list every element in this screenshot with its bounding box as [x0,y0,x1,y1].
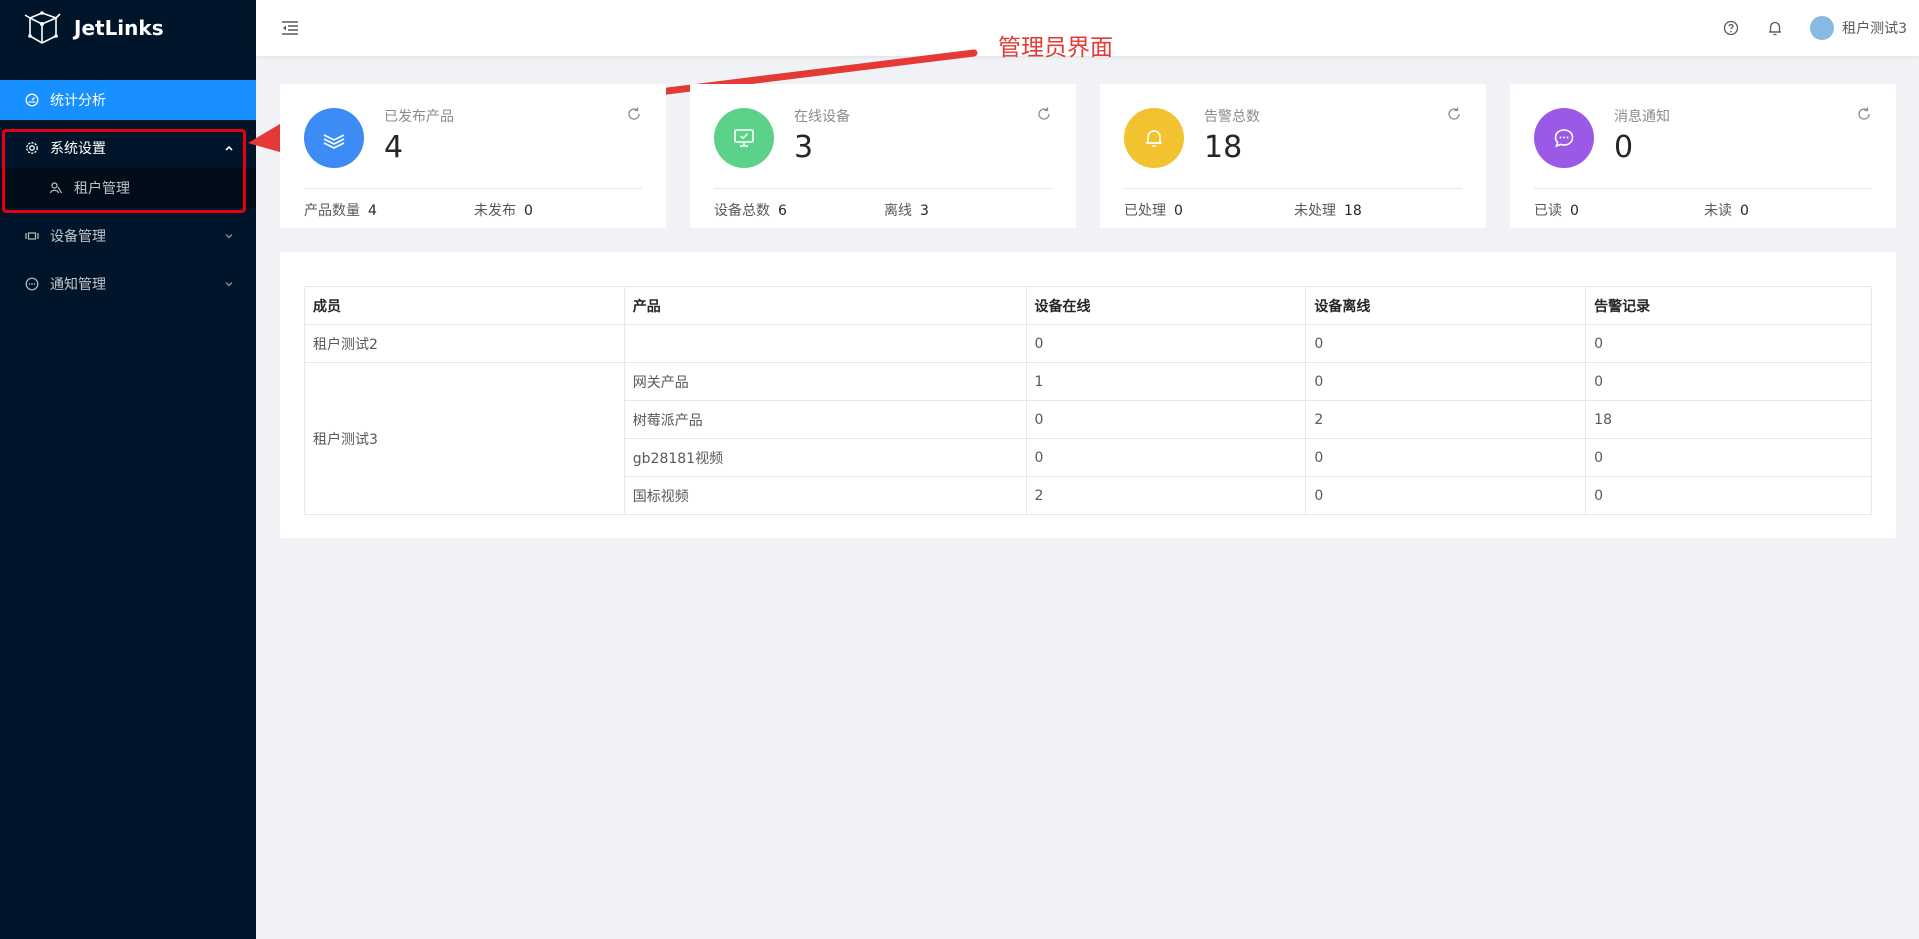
table-header-row: 成员 产品 设备在线 设备离线 告警记录 [304,286,1872,325]
menu-fold-icon[interactable] [280,18,300,38]
online-cell: 0 [1025,324,1306,363]
offline-cell: 2 [1305,400,1586,439]
refresh-icon[interactable] [1856,106,1872,122]
layers-icon [304,108,364,168]
bell-icon[interactable] [1766,19,1784,37]
card-foot-item: 未处理 18 [1294,203,1362,219]
card-foot-item: 已读 0 [1534,203,1579,219]
sidebar-item-tenant-management[interactable]: 租户管理 [0,168,256,208]
card-value: 4 [384,130,404,165]
sidebar-item-label: 系统设置 [50,141,106,157]
product-cell: 树莓派产品 [623,400,1027,439]
card-title: 消息通知 [1614,109,1670,125]
card-title: 告警总数 [1204,109,1260,125]
alarm-cell: 0 [1585,476,1872,515]
refresh-icon[interactable] [1446,106,1462,122]
online-cell: 0 [1025,400,1306,439]
card-foot-item: 离线 3 [884,203,929,219]
dashboard-icon [24,92,40,108]
product-cell: 网关产品 [623,362,1027,401]
card-published-products: 已发布产品 4 产品数量 4 未发布 0 [280,84,666,228]
member-cell: 租户测试2 [304,324,625,363]
card-foot-item: 未发布 0 [474,203,533,219]
card-value: 0 [1614,130,1634,165]
card-value: 3 [794,130,814,165]
card-title: 在线设备 [794,109,850,125]
offline-cell: 0 [1305,438,1586,477]
logo[interactable]: JetLinks [0,0,256,56]
column-header: 设备离线 [1305,286,1586,325]
refresh-icon[interactable] [1036,106,1052,122]
table-row: 租户测试3 网关产品 1 0 0 [304,362,1872,515]
online-cell: 2 [1025,476,1306,515]
annotation-text: 管理员界面 [998,35,1113,61]
offline-cell: 0 [1305,476,1586,515]
online-cell: 0 [1025,438,1306,477]
card-total-alarms: 告警总数 18 已处理 0 未处理 18 [1100,84,1486,228]
alarm-cell: 18 [1585,400,1872,439]
product-cell: gb28181视频 [623,438,1027,477]
product-cell: 国标视频 [623,476,1027,515]
online-cell: 1 [1025,362,1306,401]
refresh-icon[interactable] [626,106,642,122]
help-icon[interactable] [1722,19,1740,37]
column-header: 成员 [304,286,625,325]
offline-cell: 0 [1305,324,1586,363]
product-cell [623,324,1027,363]
sidebar-item-statistics[interactable]: 统计分析 [0,80,256,120]
column-header: 设备在线 [1025,286,1306,325]
sidebar-item-notification-management[interactable]: 通知管理 [0,264,256,304]
monitor-icon [714,108,774,168]
sidebar-item-label: 统计分析 [50,93,106,109]
users-icon [48,180,64,196]
card-foot-item: 产品数量 4 [304,203,377,219]
chevron-down-icon [225,234,233,239]
card-foot-item: 设备总数 6 [714,203,787,219]
gear-icon [24,140,40,156]
sidebar-item-device-management[interactable]: 设备管理 [0,216,256,256]
chevron-up-icon [225,145,233,151]
column-header: 产品 [623,286,1027,325]
sidebar-item-system-settings[interactable]: 系统设置 [0,128,256,168]
chevron-down-icon [225,282,233,287]
chat-icon [1534,108,1594,168]
cube-logo-icon [24,11,61,44]
card-foot-item: 未读 0 [1704,203,1749,219]
device-icon [24,228,40,244]
sidebar-item-label: 设备管理 [50,229,106,245]
tenant-stats-panel: 成员 产品 设备在线 设备离线 告警记录 租户测试2 0 0 0 租户测试3 网… [280,252,1896,538]
alarm-cell: 0 [1585,438,1872,477]
card-title: 已发布产品 [384,109,454,125]
card-online-devices: 在线设备 3 设备总数 6 离线 3 [690,84,1076,228]
stat-cards: 已发布产品 4 产品数量 4 未发布 0 在线设备 3 设备总数 6 离线 3 告警总数… [280,84,1896,228]
sidebar-item-label: 通知管理 [50,277,106,293]
card-value: 18 [1204,130,1243,165]
sidebar: JetLinks 统计分析 系统设置 租户管理 设备管理 通知管理 [0,0,256,939]
alarm-cell: 0 [1585,324,1872,363]
member-cell: 租户测试3 [304,362,625,515]
app-name: JetLinks [74,16,164,40]
offline-cell: 0 [1305,362,1586,401]
card-notifications: 消息通知 0 已读 0 未读 0 [1510,84,1896,228]
message-icon [24,276,40,292]
avatar[interactable] [1810,16,1835,40]
sidebar-item-label: 租户管理 [74,181,130,197]
tenant-stats-table: 成员 产品 设备在线 设备离线 告警记录 租户测试2 0 0 0 租户测试3 网… [304,286,1872,515]
column-header: 告警记录 [1585,286,1872,325]
card-foot-item: 已处理 0 [1124,203,1183,219]
table-row: 租户测试2 0 0 0 [304,324,1872,363]
alarm-cell: 0 [1585,362,1872,401]
username[interactable]: 租户测试3 [1842,18,1907,38]
submenu-system-settings: 租户管理 [0,168,256,208]
bell-icon [1124,108,1184,168]
